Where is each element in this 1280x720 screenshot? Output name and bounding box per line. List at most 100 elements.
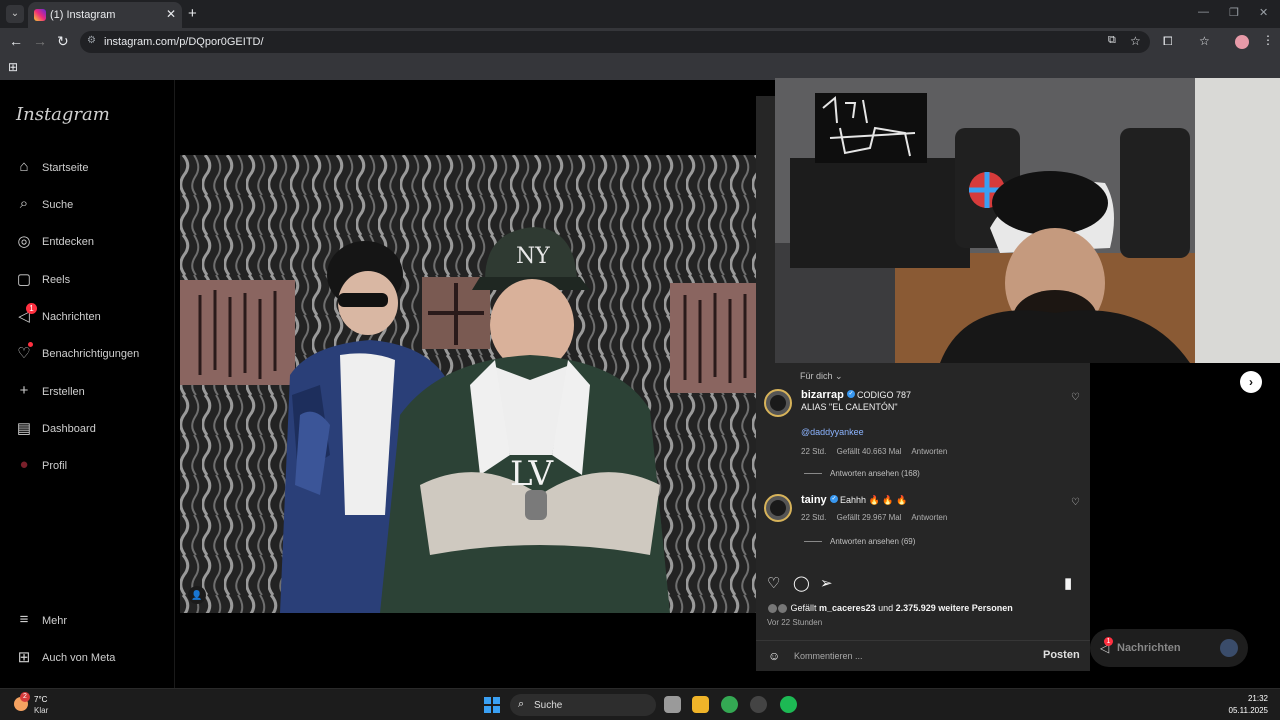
verified-badge-icon: ✓	[847, 390, 855, 398]
profile-avatar[interactable]	[1235, 35, 1249, 49]
sidebar-item-label: Dashboard	[42, 423, 96, 435]
save-bookmark-icon[interactable]: ▮	[1064, 574, 1072, 592]
sidebar-item-meta[interactable]: ⊞ Auch von Meta	[14, 642, 169, 672]
comment-likes[interactable]: Gefällt 29.967 Mal	[837, 513, 902, 522]
likes-summary[interactable]: Gefällt m_caceres23 und 2.375.929 weiter…	[768, 603, 1013, 614]
view-replies-label: Antworten ansehen (168)	[830, 469, 920, 478]
comment-mention[interactable]: @daddyyankee	[801, 427, 864, 437]
comment-time: 22 Std.	[801, 513, 827, 522]
sidebar-item-explore[interactable]: ◎ Entdecken	[14, 226, 169, 256]
back-icon[interactable]: ←	[9, 33, 23, 49]
sidebar-item-notifications[interactable]: ♡ Benachrichtigungen	[14, 338, 169, 368]
sidebar-item-label: Auch von Meta	[42, 652, 116, 664]
sidebar-item-messages[interactable]: ◁ 1 Nachrichten	[14, 301, 169, 331]
sidebar-item-dashboard[interactable]: ▤ Dashboard	[14, 413, 169, 443]
liker-avatar	[768, 604, 777, 614]
sidebar-item-home[interactable]: ⌂ Startseite	[14, 152, 169, 182]
taskbar-search[interactable]: ⌕ Suche	[510, 694, 656, 716]
comment-input[interactable]: Kommentieren ...	[794, 651, 863, 661]
windows-taskbar: 2 7°C Klar ⌕ Suche 21:32 05.11.2025	[0, 688, 1280, 720]
minimize-icon[interactable]: —	[1198, 6, 1209, 18]
reading-list-icon[interactable]: ☆	[1199, 34, 1210, 48]
taskbar-clock[interactable]: 21:32	[1228, 694, 1268, 703]
install-app-icon[interactable]: ⧉	[1108, 34, 1116, 47]
forward-icon[interactable]: →	[33, 33, 47, 49]
comment-text: Eahhh 🔥 🔥 🔥	[840, 495, 908, 505]
weather-badge: 2	[20, 692, 30, 702]
likes-user[interactable]: m_caceres23	[819, 603, 876, 613]
apps-grid-icon[interactable]: ⊞	[8, 60, 18, 74]
like-comment-heart-icon[interactable]: ♡	[1071, 392, 1080, 403]
next-post-button[interactable]: ›	[1240, 371, 1262, 393]
sidebar-item-label: Entdecken	[42, 236, 94, 248]
comment-likes[interactable]: Gefällt 40.663 Mal	[837, 447, 902, 456]
share-send-icon[interactable]: ➢	[820, 574, 833, 592]
reload-icon[interactable]: ↻	[57, 33, 69, 50]
spotify-icon[interactable]	[780, 696, 797, 713]
avatar	[1220, 639, 1238, 657]
url-text[interactable]: instagram.com/p/DQpor0GEITD/	[104, 36, 264, 48]
comment-sort-dropdown[interactable]: Für dich ⌄	[800, 371, 843, 382]
avatar[interactable]	[764, 494, 792, 522]
sidebar-item-more[interactable]: ≡ Mehr	[14, 605, 169, 635]
extensions-icon[interactable]: ⧠	[1163, 34, 1173, 49]
sidebar-item-create[interactable]: + Erstellen	[14, 376, 169, 406]
sidebar-item-label: Mehr	[42, 615, 68, 627]
browser-menu-icon[interactable]: ⋮	[1262, 33, 1274, 47]
likes-count[interactable]: 2.375.929 weitere Personen	[896, 603, 1013, 613]
sidebar-item-profile[interactable]: ● Profil	[14, 450, 169, 480]
chrome-icon[interactable]	[721, 696, 738, 713]
weather-condition[interactable]: Klar	[34, 706, 48, 715]
restore-icon[interactable]: ❐	[1229, 6, 1239, 19]
messages-label: Nachrichten	[1117, 642, 1181, 654]
menu-icon: ≡	[19, 611, 29, 628]
sidebar-item-reels[interactable]: ▢ Reels	[14, 264, 169, 294]
messages-pill[interactable]: ◁ 1 Nachrichten	[1090, 629, 1248, 667]
reply-button[interactable]: Antworten	[911, 447, 947, 456]
comment-username[interactable]: tainy	[801, 494, 827, 506]
obs-icon[interactable]	[750, 696, 767, 713]
comment-composer: ☺ Kommentieren ... Posten	[756, 640, 1090, 671]
address-bar[interactable]: ⚙ instagram.com/p/DQpor0GEITD/ ⧉ ☆	[80, 31, 1150, 53]
post-timestamp[interactable]: Vor 22 Stunden	[767, 618, 822, 627]
browser-toolbar: ← → ↻ ⚙ instagram.com/p/DQpor0GEITD/ ⧉ ☆…	[0, 28, 1280, 56]
taskbar-date[interactable]: 05.11.2025	[1220, 706, 1268, 715]
reels-icon: ▢	[16, 271, 32, 288]
view-replies-button[interactable]: Antworten ansehen (168)	[804, 469, 920, 478]
bookmark-star-icon[interactable]: ☆	[1130, 34, 1141, 48]
view-replies-label: Antworten ansehen (69)	[830, 537, 916, 546]
close-window-icon[interactable]: ✕	[1259, 6, 1268, 19]
sidebar-item-label: Nachrichten	[42, 311, 101, 323]
comment-text-line2: ALIAS "EL CALENTÓN"	[801, 402, 898, 412]
task-view-icon[interactable]	[664, 696, 681, 713]
avatar[interactable]	[764, 389, 792, 417]
post-image[interactable]: NY LV	[180, 155, 756, 613]
comment-meta: 22 Std. Gefällt 29.967 Mal Antworten	[801, 513, 955, 522]
post-comment-button[interactable]: Posten	[1043, 649, 1080, 661]
plus-icon: +	[19, 382, 29, 399]
like-comment-heart-icon[interactable]: ♡	[1071, 497, 1080, 508]
instagram-logo[interactable]: Instagram	[16, 104, 110, 125]
new-tab-icon[interactable]: +	[188, 5, 197, 22]
comment-bubble-icon[interactable]: ◯	[793, 574, 810, 592]
tagged-users-icon[interactable]: 👤	[188, 586, 206, 604]
reply-button[interactable]: Antworten	[911, 513, 947, 522]
file-explorer-icon[interactable]	[692, 696, 709, 713]
view-replies-button[interactable]: Antworten ansehen (69)	[804, 537, 915, 546]
svg-text:LV: LV	[510, 454, 555, 494]
weather-temperature[interactable]: 7°C	[34, 695, 47, 704]
site-info-icon[interactable]: ⚙	[87, 35, 96, 46]
sidebar-item-search[interactable]: ⌕ Suche	[14, 189, 169, 219]
browser-tab[interactable]: (1) Instagram ✕	[28, 2, 182, 28]
sidebar-item-label: Reels	[42, 274, 71, 286]
emoji-icon[interactable]: ☺	[768, 649, 780, 663]
sidebar-item-label: Erstellen	[42, 386, 85, 398]
close-tab-icon[interactable]: ✕	[166, 7, 176, 21]
webcam-overlay	[775, 78, 1280, 363]
tab-search-button[interactable]: ⌄	[6, 5, 24, 23]
post-actions: ♡ ◯ ➢ ▮	[756, 572, 1090, 596]
like-heart-icon[interactable]: ♡	[767, 574, 780, 592]
comment-username[interactable]: bizarrap	[801, 389, 844, 401]
bookmarks-bar: ⊞	[0, 56, 1280, 80]
windows-start-icon[interactable]	[484, 697, 500, 713]
